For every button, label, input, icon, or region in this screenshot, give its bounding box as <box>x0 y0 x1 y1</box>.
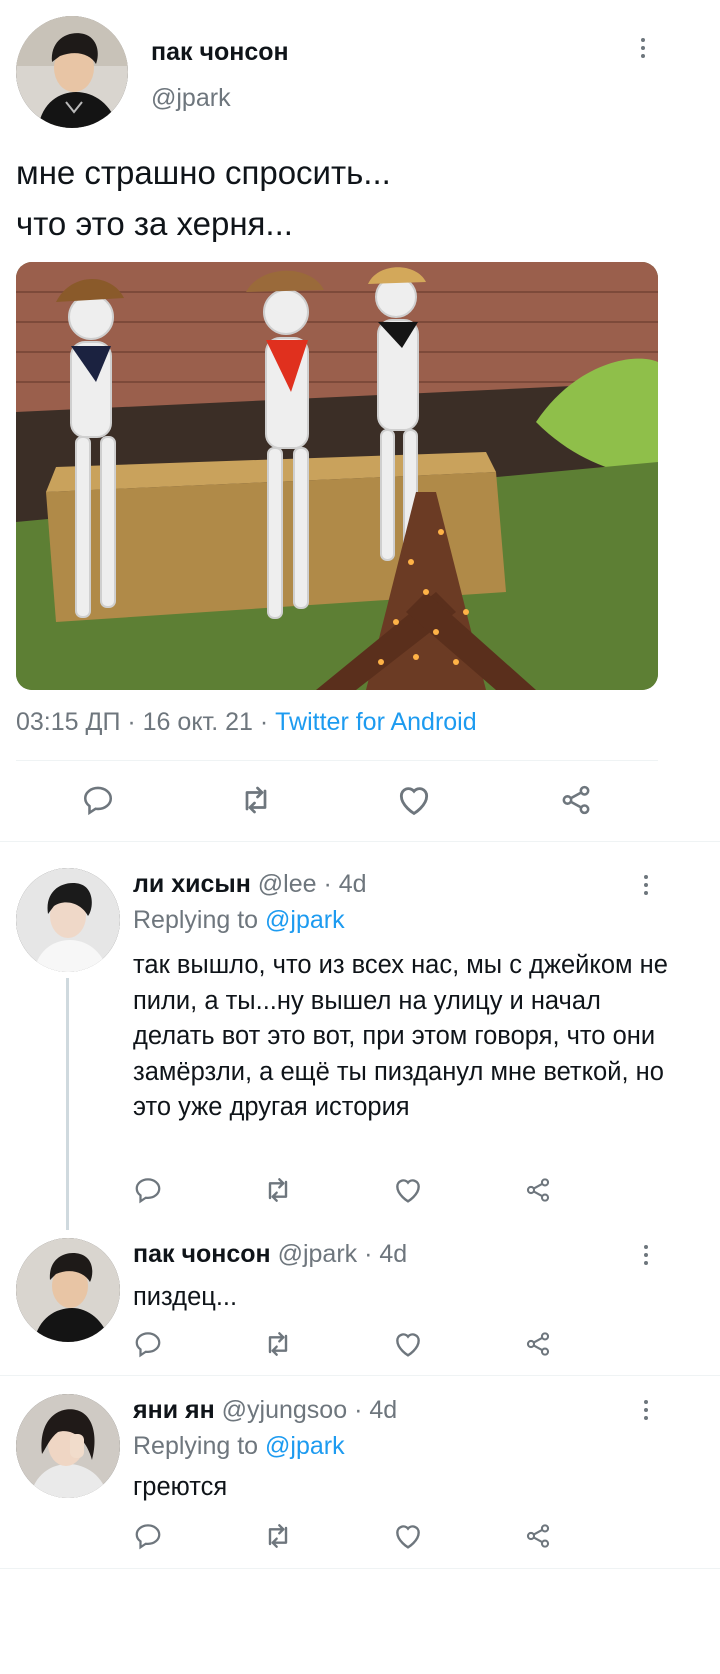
retweet-icon <box>268 1524 288 1548</box>
reply-text: греются <box>133 1473 228 1501</box>
author-name[interactable]: ли хисын <box>133 870 251 898</box>
tweet-text-line1: мне страшно спросить... <box>16 154 391 191</box>
author-handle[interactable]: @jpark <box>278 1240 358 1268</box>
divider <box>0 1568 720 1569</box>
author-handle[interactable]: @yjungsoo <box>222 1396 347 1424</box>
share-icon <box>526 1332 550 1356</box>
replying-label: Replying to <box>133 1432 259 1460</box>
retweet-button[interactable] <box>260 1326 296 1362</box>
heart-icon <box>399 787 429 816</box>
replying-handle-link[interactable]: @jpark <box>265 906 345 934</box>
reply-time: 4d <box>369 1396 398 1424</box>
separator: · <box>127 708 136 736</box>
reply-icon <box>135 1178 161 1204</box>
reply-button[interactable] <box>130 1172 166 1208</box>
share-button[interactable] <box>520 1172 556 1208</box>
separator: · <box>354 1396 363 1424</box>
share-icon <box>562 785 590 815</box>
tweet-media-image[interactable] <box>16 262 658 690</box>
reply-time: 4d <box>338 870 367 898</box>
replying-to: Replying to @jpark <box>133 1432 345 1461</box>
reply-header: ли хисын @lee · 4d <box>133 870 367 899</box>
avatar[interactable] <box>16 868 120 972</box>
more-vertical-icon[interactable] <box>640 875 652 895</box>
more-vertical-icon[interactable] <box>637 38 649 58</box>
thread-line <box>66 978 69 1230</box>
like-button[interactable] <box>390 1172 426 1208</box>
retweet-icon <box>268 1332 288 1356</box>
reply-icon <box>135 1332 161 1358</box>
replying-label: Replying to <box>133 906 259 934</box>
avatar[interactable] <box>16 1238 120 1342</box>
reply-button[interactable] <box>130 1326 166 1362</box>
divider <box>16 760 658 761</box>
more-vertical-icon[interactable] <box>640 1400 652 1420</box>
heart-icon <box>396 1179 420 1203</box>
author-handle[interactable]: @lee <box>258 870 317 898</box>
reply-header: яни ян @yjungsoo · 4d <box>133 1396 397 1425</box>
reply-icon <box>135 1524 161 1550</box>
reply-time: 4d <box>379 1240 408 1268</box>
author-name[interactable]: пак чонсон <box>133 1240 271 1268</box>
like-button[interactable] <box>390 1326 426 1362</box>
author-handle[interactable]: @jpark <box>151 84 231 113</box>
reply-button[interactable] <box>130 1518 166 1554</box>
avatar[interactable] <box>16 16 128 128</box>
more-vertical-icon[interactable] <box>640 1245 652 1265</box>
reply-text: пиздец... <box>133 1283 238 1311</box>
share-icon <box>526 1178 550 1202</box>
share-button[interactable] <box>520 1518 556 1554</box>
heart-icon <box>396 1525 420 1549</box>
retweet-icon <box>268 1178 288 1202</box>
divider <box>0 841 720 842</box>
share-button[interactable] <box>556 780 596 820</box>
retweet-icon <box>245 786 267 814</box>
replying-to: Replying to @jpark <box>133 906 345 935</box>
avatar[interactable] <box>16 1394 120 1498</box>
heart-icon <box>396 1333 420 1357</box>
tweet-meta: 03:15 ДП · 16 окт. 21 · Twitter for Andr… <box>16 708 477 737</box>
retweet-button[interactable] <box>236 780 276 820</box>
separator: · <box>323 870 332 898</box>
tweet-source-link[interactable]: Twitter for Android <box>275 708 476 736</box>
replying-handle-link[interactable]: @jpark <box>265 1432 345 1460</box>
reply-header: пак чонсон @jpark · 4d <box>133 1240 407 1269</box>
like-button[interactable] <box>394 780 434 820</box>
share-icon <box>526 1524 550 1548</box>
divider <box>0 1375 720 1376</box>
like-button[interactable] <box>390 1518 426 1554</box>
tweet-date: 16 окт. 21 <box>142 708 253 736</box>
retweet-button[interactable] <box>260 1518 296 1554</box>
tweet-text-line2: что это за херня... <box>16 205 293 242</box>
tweet-time: 03:15 ДП <box>16 708 121 736</box>
reply-text: так вышло, что из всех нас, мы с джейком… <box>133 951 668 1121</box>
retweet-button[interactable] <box>260 1172 296 1208</box>
author-name[interactable]: яни ян <box>133 1396 215 1424</box>
reply-button[interactable] <box>78 780 118 820</box>
share-button[interactable] <box>520 1326 556 1362</box>
separator: · <box>259 708 269 736</box>
author-name[interactable]: пак чонсон <box>151 38 289 67</box>
separator: · <box>364 1240 373 1268</box>
reply-icon <box>83 786 113 816</box>
